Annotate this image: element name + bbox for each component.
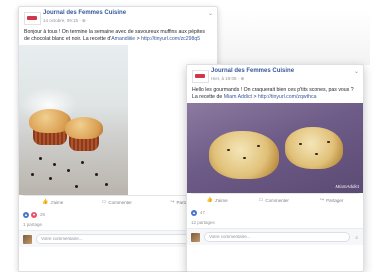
comment-label: Commenter <box>265 197 289 203</box>
globe-icon: ⊕ <box>82 18 86 23</box>
comment-icon: ▭ <box>258 197 264 203</box>
share-button[interactable]: ↪Partager <box>320 197 343 203</box>
reaction-count: 47 <box>200 210 206 215</box>
chocolate-chip <box>67 169 70 172</box>
page-logo[interactable] <box>24 12 41 25</box>
post-actions: 👍J'aime ▭Commenter ↪Partager <box>23 195 213 208</box>
post-actions: 👍J'aime ▭Commenter ↪Partager <box>191 193 359 206</box>
post-header: Journal des Femmes Cuisine 14 octobre, 0… <box>19 7 217 29</box>
comment-box: Votre commentaire... ☺ <box>187 229 363 245</box>
chocolate-chip <box>95 173 98 176</box>
chevron-down-icon[interactable]: ⌄ <box>208 10 213 17</box>
background-shadow <box>215 10 370 65</box>
chocolate-chip <box>31 173 34 176</box>
scone <box>285 127 343 169</box>
share-icon: ↪ <box>319 197 325 203</box>
comment-label: Commenter <box>108 199 132 205</box>
avatar <box>191 232 200 242</box>
recipe-link[interactable]: http://tinyurl.com/zc298q5 <box>141 36 200 42</box>
image-watermark: MiamAddict <box>335 184 359 189</box>
post-text: Hello les gourmands ! On craquerait bien… <box>187 87 363 100</box>
like-icon: ▲ <box>23 211 29 218</box>
avatar <box>23 234 32 244</box>
comment-button[interactable]: ▭ Commenter <box>259 197 289 203</box>
post-text: Bonjour à tous ! On termine la semaine a… <box>19 29 217 42</box>
author-link[interactable]: Miam Addict <box>224 94 252 100</box>
share-label: Partager <box>326 197 344 203</box>
post-date[interactable]: 14 octobre, 09:15 · ⊕ <box>43 18 86 24</box>
chocolate-chip <box>243 157 246 159</box>
like-icon: ▲ <box>191 209 197 216</box>
reaction-count: 26 <box>40 212 46 217</box>
comment-icon: ▭ <box>101 199 107 205</box>
chocolate-chip <box>315 153 318 155</box>
chocolate-chip <box>327 141 330 143</box>
like-label: J'aime <box>50 199 64 205</box>
chocolate-chip <box>53 163 56 166</box>
comment-input[interactable]: Votre commentaire... <box>204 232 351 242</box>
post-date[interactable]: Hier, à 19:05 · ⊕ <box>211 76 244 82</box>
post-date-text: Hier, à 19:05 · <box>211 76 241 81</box>
chocolate-chip <box>105 183 108 186</box>
facebook-post-scones: Journal des Femmes Cuisine Hier, à 19:05… <box>186 64 364 272</box>
chocolate-chip <box>49 177 52 180</box>
like-button[interactable]: 👍 J'aime <box>42 199 63 205</box>
post-image-muffins[interactable] <box>19 45 128 195</box>
chocolate-chip <box>75 185 78 188</box>
author-link[interactable]: Amandiiiie <box>111 36 135 42</box>
comment-input[interactable]: Votre commentaire... <box>36 234 207 244</box>
chocolate-chip <box>227 149 230 151</box>
post-date-text: 14 octobre, 09:15 · <box>43 18 83 23</box>
scone <box>209 131 279 179</box>
love-icon: ♥ <box>31 211 37 218</box>
share-count[interactable]: 12 partages <box>187 219 363 229</box>
post-image-scones[interactable]: MiamAddict <box>187 103 363 193</box>
chocolate-chip <box>299 143 302 145</box>
page-logo[interactable] <box>192 70 209 83</box>
like-label: J'aime <box>214 197 228 203</box>
chocolate-chip <box>39 157 42 160</box>
comment-button[interactable]: ▭ Commenter <box>102 199 132 205</box>
reactions-bar[interactable]: ▲ 47 <box>187 206 363 219</box>
muffin-top <box>65 117 103 139</box>
post-header: Journal des Femmes Cuisine Hier, à 19:05… <box>187 65 363 87</box>
emoji-icon[interactable]: ☺ <box>354 235 359 240</box>
like-icon: 👍 <box>206 197 213 203</box>
like-icon: 👍 <box>42 199 49 205</box>
page-name[interactable]: Journal des Femmes Cuisine <box>211 68 294 74</box>
chocolate-chip <box>257 145 260 147</box>
like-button[interactable]: 👍 J'aime <box>207 197 228 203</box>
chevron-down-icon[interactable]: ⌄ <box>354 68 359 75</box>
page-name[interactable]: Journal des Femmes Cuisine <box>43 10 126 16</box>
share-icon: ↪ <box>170 199 175 205</box>
chocolate-chip <box>81 161 84 164</box>
recipe-link[interactable]: http://tinyurl.com/zqwthca <box>258 94 317 100</box>
globe-icon: ⊕ <box>240 76 245 81</box>
